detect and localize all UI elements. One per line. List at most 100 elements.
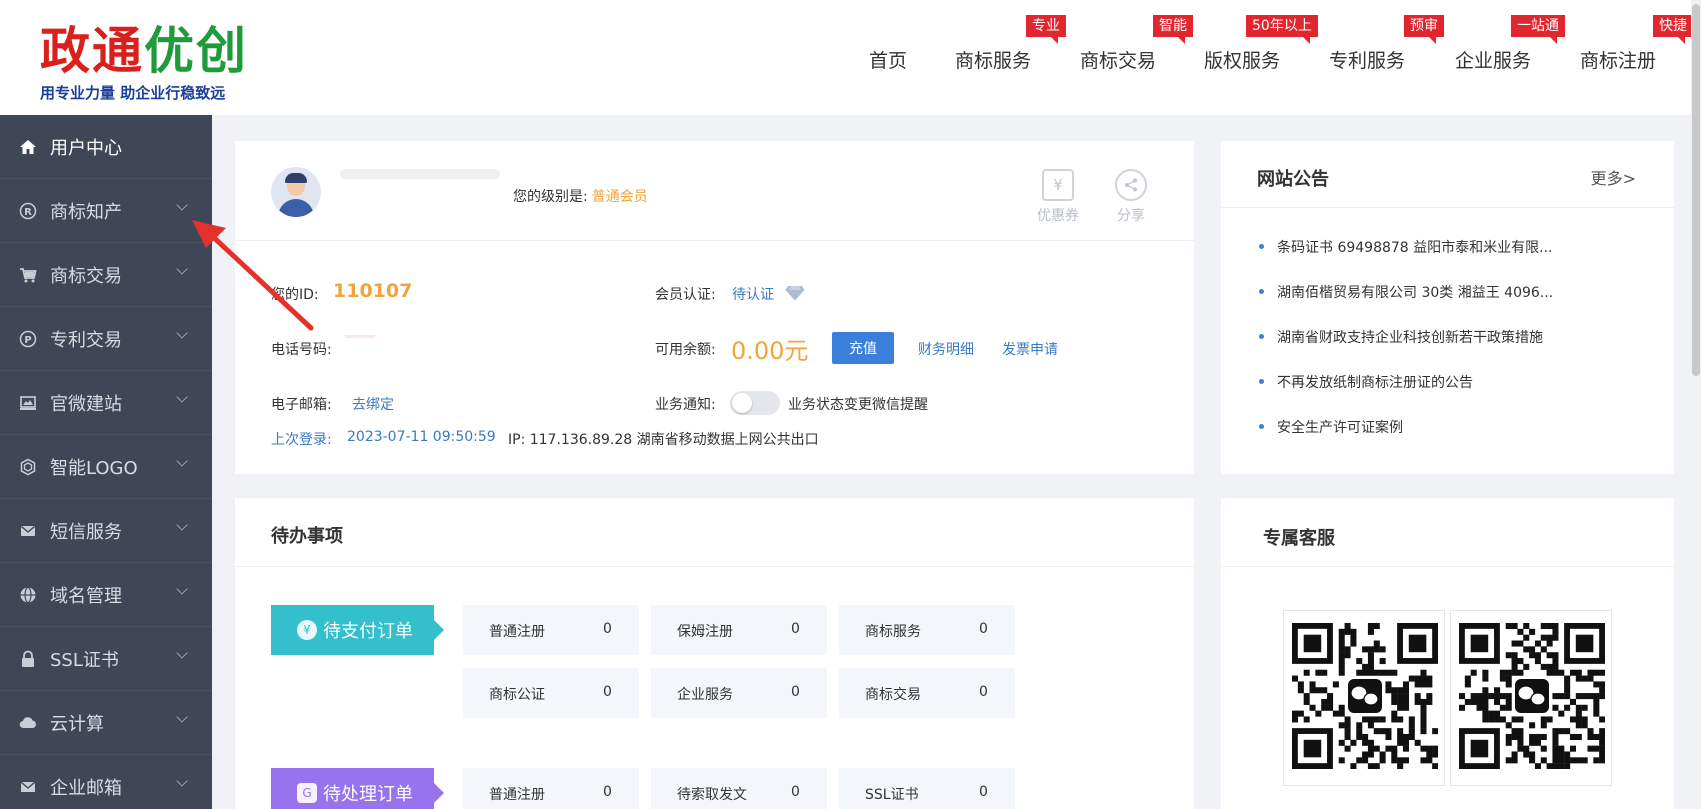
todo-title: 待办事项	[271, 526, 343, 547]
user-info-card: 您的级别是: 普通会员 ¥ 优惠券 分享 您的ID: 110107 会员认证: 待…	[235, 141, 1194, 474]
sidebar-item-domain-management[interactable]: 域名管理	[0, 563, 212, 627]
cart-icon	[18, 265, 38, 285]
sidebar-item-sms-service[interactable]: 短信服务	[0, 499, 212, 563]
pending-payment-trademark-service[interactable]: 商标服务 0	[839, 605, 1015, 655]
share-button[interactable]: 分享	[1103, 169, 1159, 225]
svg-text:P: P	[24, 335, 31, 346]
sidebar-item-label: 域名管理	[50, 585, 122, 607]
registered-icon: R	[18, 201, 38, 221]
notify-label: 业务通知:	[655, 397, 716, 413]
sidebar-item-label: SSL证书	[50, 649, 119, 671]
dedicated-service-card: 专属客服	[1221, 498, 1674, 809]
pending-payment-nanny-register[interactable]: 保姆注册 0	[651, 605, 827, 655]
sidebar-item-user-center[interactable]: 用户中心	[0, 115, 212, 179]
todo-card: 待办事项 ¥ 待支付订单 普通注册 0 保姆注册 0 商标服务 0 商标公证 0 企业服…	[235, 498, 1194, 809]
coupon-button[interactable]: ¥ 优惠券	[1030, 169, 1086, 225]
nav-home[interactable]: 首页	[869, 46, 907, 73]
nav-badge-enterprise: 一站通	[1511, 15, 1565, 44]
bind-email-link[interactable]: 去绑定	[352, 394, 394, 414]
notice-item[interactable]: 安全生产许可证案例	[1257, 417, 1647, 462]
chevron-down-icon	[176, 647, 188, 659]
level-value: 普通会员	[591, 189, 648, 205]
share-icon	[1115, 169, 1147, 201]
home-icon	[18, 137, 38, 157]
sidebar-item-label: 企业邮箱	[50, 777, 122, 799]
sidebar-item-website-build[interactable]: 官微建站	[0, 371, 212, 435]
envelope-icon	[18, 777, 38, 797]
nav-badge-registration: 快捷	[1653, 15, 1693, 44]
phone-label: 电话号码:	[271, 342, 332, 358]
nav-badge-trademark-service: 专业	[1026, 15, 1066, 44]
balance-label: 可用余额:	[655, 342, 716, 358]
sidebar-item-patent-trade[interactable]: P 专利交易	[0, 307, 212, 371]
sidebar-item-smart-logo[interactable]: 智能LOGO	[0, 435, 212, 499]
pending-process-request-docs[interactable]: 待索取发文 0	[651, 768, 827, 809]
scrollbar-thumb[interactable]	[1692, 4, 1700, 376]
nav-enterprise-service[interactable]: 企业服务	[1455, 46, 1531, 73]
pending-payment-enterprise-service[interactable]: 企业服务 0	[651, 668, 827, 718]
sidebar-item-ssl-certificate[interactable]: SSL证书	[0, 627, 212, 691]
chevron-down-icon	[176, 327, 188, 339]
service-title: 专属客服	[1263, 528, 1335, 549]
payment-icon: ¥	[297, 620, 317, 640]
chevron-down-icon	[176, 391, 188, 403]
notice-item[interactable]: 湖南省财政支持企业科技创新若干政策措施	[1257, 327, 1647, 372]
wechat-qr-code	[1450, 610, 1612, 786]
notice-item[interactable]: 条码证书 69498878 益阳市泰和米业有限...	[1257, 237, 1647, 282]
cloud-icon	[18, 713, 38, 733]
cert-value[interactable]: 待认证	[732, 284, 774, 304]
sidebar-item-enterprise-mail[interactable]: 企业邮箱	[0, 755, 212, 809]
top-header: 政通优创 用专业力量 助企业行稳致远 首页 专业 商标服务 智能 商标交易 50…	[0, 0, 1701, 115]
pending-process-label: G 待处理订单	[271, 768, 444, 809]
cert-label: 会员认证:	[655, 287, 716, 303]
nav-patent-service[interactable]: 专利服务	[1329, 46, 1405, 73]
pending-payment-trademark-trade[interactable]: 商标交易 0	[839, 668, 1015, 718]
pending-payment-trademark-notary[interactable]: 商标公证 0	[463, 668, 639, 718]
chevron-down-icon	[176, 455, 188, 467]
sidebar-item-cloud-computing[interactable]: 云计算	[0, 691, 212, 755]
monitor-icon	[18, 393, 38, 413]
pending-process-ssl[interactable]: SSL证书 0	[839, 768, 1015, 809]
sidebar: 用户中心 R 商标知产 商标交易 P 专利交易 官微建站 智能LOGO 短信服务…	[0, 115, 212, 809]
pending-process-regular-register[interactable]: 普通注册 0	[463, 768, 639, 809]
nav-badge-copyright: 50年以上	[1246, 15, 1318, 44]
invoice-request-link[interactable]: 发票申请	[1002, 339, 1058, 359]
diamond-icon	[785, 285, 805, 305]
username-redacted	[340, 169, 500, 179]
chevron-down-icon	[176, 583, 188, 595]
recharge-button[interactable]: 充值	[832, 332, 894, 364]
notice-item[interactable]: 不再发放纸制商标注册证的公告	[1257, 372, 1647, 417]
coupon-icon: ¥	[1042, 169, 1074, 201]
pending-payment-regular-register[interactable]: 普通注册 0	[463, 605, 639, 655]
user-id-label: 您的ID:	[271, 287, 319, 303]
nav-copyright-service[interactable]: 版权服务	[1204, 46, 1280, 73]
sidebar-item-trademark-ip[interactable]: R 商标知产	[0, 179, 212, 243]
sidebar-item-label: 商标知产	[50, 201, 122, 223]
chevron-down-icon	[176, 199, 188, 211]
email-label: 电子邮箱:	[271, 397, 332, 413]
globe-icon	[18, 585, 38, 605]
nav-trademark-service[interactable]: 商标服务	[955, 46, 1031, 73]
wechat-qr-code	[1283, 610, 1445, 786]
nav-trademark-registration[interactable]: 商标注册	[1580, 46, 1656, 73]
avatar[interactable]	[271, 167, 321, 217]
page-scrollbar[interactable]	[1691, 0, 1701, 809]
chevron-down-icon	[176, 711, 188, 723]
wechat-notify-toggle[interactable]	[730, 391, 780, 415]
last-login-time: 2023-07-11 09:50:59	[347, 429, 496, 445]
phone-redacted	[345, 335, 375, 338]
sidebar-item-label: 商标交易	[50, 265, 122, 287]
notice-item[interactable]: 湖南佰楷贸易有限公司 30类 湘益王 4096...	[1257, 282, 1647, 327]
sidebar-item-label: 智能LOGO	[50, 457, 138, 479]
finance-detail-link[interactable]: 财务明细	[918, 339, 974, 359]
sidebar-item-label: 专利交易	[50, 329, 122, 351]
notice-title: 网站公告	[1257, 169, 1329, 190]
nav-badge-trademark-trade: 智能	[1153, 15, 1193, 44]
nav-trademark-trade[interactable]: 商标交易	[1080, 46, 1156, 73]
sidebar-item-trademark-trade[interactable]: 商标交易	[0, 243, 212, 307]
login-ip: IP: 117.136.89.28 湖南省移动数据上网公共出口	[508, 432, 819, 448]
notice-more-link[interactable]: 更多>	[1591, 165, 1636, 189]
pending-payment-label: ¥ 待支付订单	[271, 605, 444, 655]
user-id-value: 110107	[333, 280, 413, 302]
nav-badge-patent: 预审	[1404, 15, 1444, 44]
